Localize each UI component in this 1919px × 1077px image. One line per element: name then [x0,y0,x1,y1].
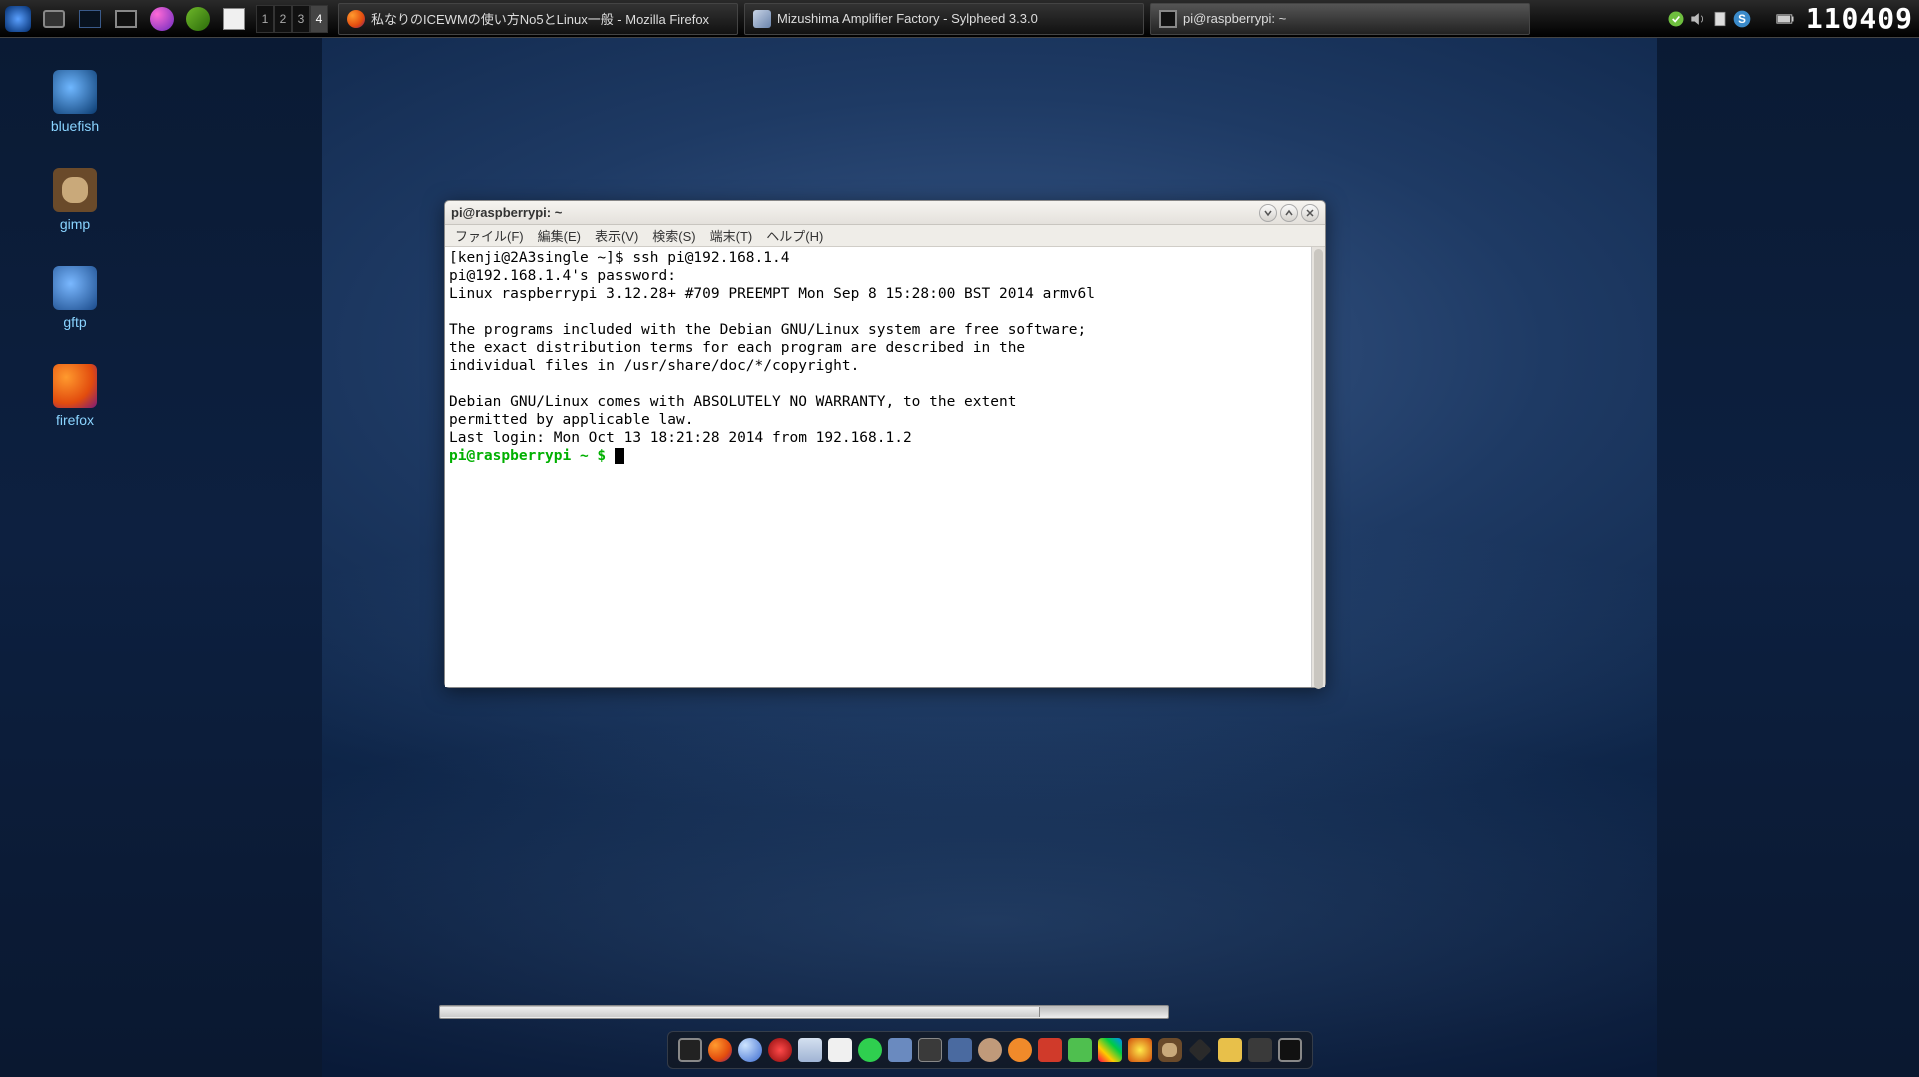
terminal-line: individual files in /usr/share/doc/*/cop… [449,358,859,374]
dock-firefox[interactable] [706,1036,734,1064]
dock-opera[interactable] [766,1036,794,1064]
dock-skype[interactable] [856,1036,884,1064]
terminal-icon [1159,10,1177,28]
taskbar-clock[interactable]: 110409 [1806,2,1913,35]
dock-show-desktop[interactable] [676,1036,704,1064]
terminal-titlebar[interactable]: pi@raspberrypi: ~ [445,201,1325,225]
dock-gimp[interactable] [1156,1036,1184,1064]
menu-view[interactable]: 表示(V) [595,226,638,245]
outer-taskbar: 1 2 3 4 私なりのICEWMの使い方No5とLinux一般 - Mozil… [0,0,1919,38]
dock-blender[interactable] [1006,1036,1034,1064]
menu-edit[interactable]: 編集(E) [538,226,581,245]
remote-desktop-viewport[interactable]: pi@raspberrypi: ~ ファイル(F) 編集(E) 表示(V) [322,38,1657,1077]
maximize-button[interactable] [1280,204,1298,222]
svg-text:S: S [1738,13,1746,26]
dock-color[interactable] [1096,1036,1124,1064]
terminal-scrollbar[interactable] [1311,247,1325,687]
task-sylpheed[interactable]: Mizushima Amplifier Factory - Sylpheed 3… [744,3,1144,35]
terminal-window[interactable]: pi@raspberrypi: ~ ファイル(F) 編集(E) 表示(V) [444,200,1326,688]
mail-icon [753,10,771,28]
desktop-icon-label: gimp [60,216,90,232]
dock-head[interactable] [976,1036,1004,1064]
terminal-line: The programs included with the Debian GN… [449,322,1086,338]
s-icon[interactable]: S [1732,9,1752,29]
firefox-icon [53,364,97,408]
terminal-prompt: pi@raspberrypi ~ $ [449,448,615,464]
dock-burst[interactable] [1126,1036,1154,1064]
terminal-scrollbar-thumb[interactable] [1314,249,1323,689]
terminal-line: pi@192.168.1.4's password: [449,268,676,284]
menu-file[interactable]: ファイル(F) [455,226,524,245]
show-desktop-button[interactable] [39,4,69,34]
task-terminal[interactable]: pi@raspberrypi: ~ [1150,3,1530,35]
dock-files[interactable] [1216,1036,1244,1064]
desktop-icon-bluefish[interactable]: bluefish [40,70,110,134]
lizard-launcher[interactable] [183,4,213,34]
task-firefox[interactable]: 私なりのICEWMの使い方No5とLinux一般 - Mozilla Firef… [338,3,738,35]
task-label: Mizushima Amplifier Factory - Sylpheed 3… [777,11,1038,26]
outer-desktop-icons: bluefish gimp gftp firefox [40,70,110,428]
desktop-icon-firefox[interactable]: firefox [40,364,110,428]
close-button[interactable] [1301,204,1319,222]
gimp-icon [53,168,97,212]
kde-menu-button[interactable] [3,4,33,34]
terminal-line: Debian GNU/Linux comes with ABSOLUTELY N… [449,394,1016,410]
workspace-switcher: 1 2 3 4 [256,5,328,33]
workspace-4[interactable]: 4 [310,5,328,33]
desktop-icon-gftp[interactable]: gftp [40,266,110,330]
workspace-1[interactable]: 1 [256,5,274,33]
outer-desktop: 1 2 3 4 私なりのICEWMの使い方No5とLinux一般 - Mozil… [0,0,1919,1077]
terminal-line: Last login: Mon Oct 13 18:21:28 2014 fro… [449,430,912,446]
desktop-icon-gimp[interactable]: gimp [40,168,110,232]
dock-texteditor[interactable] [826,1036,854,1064]
firefox-icon [347,10,365,28]
menu-search[interactable]: 検索(S) [652,226,695,245]
dock-inkscape[interactable] [1186,1036,1214,1064]
terminal-menubar: ファイル(F) 編集(E) 表示(V) 検索(S) 端末(T) ヘルプ(H) [445,225,1325,247]
workspace-3[interactable]: 3 [292,5,310,33]
dock-mail[interactable] [796,1036,824,1064]
terminal-line: Linux raspberrypi 3.12.28+ #709 PREEMPT … [449,286,1095,302]
terminal-cursor [615,448,624,464]
terminal-line: permitted by applicable law. [449,412,693,428]
update-icon[interactable] [1666,9,1686,29]
remote-horizontal-scrollbar[interactable] [439,1005,1169,1019]
inner-dock [667,1031,1313,1069]
dock-pdf[interactable] [1036,1036,1064,1064]
volume-icon[interactable] [1688,9,1708,29]
terminal-line: [kenji@2A3single ~]$ ssh pi@192.168.1.4 [449,250,789,266]
menu-help[interactable]: ヘルプ(H) [766,226,823,245]
remote-horizontal-scrollbar-thumb[interactable] [440,1007,1040,1017]
task-label: pi@raspberrypi: ~ [1183,11,1286,26]
workspace-2[interactable]: 2 [274,5,292,33]
terminal-line: the exact distribution terms for each pr… [449,340,1025,356]
dock-dolphin[interactable] [886,1036,914,1064]
battery-icon[interactable] [1776,9,1796,29]
dock-notes[interactable] [946,1036,974,1064]
document-icon[interactable] [1710,9,1730,29]
terminal-launcher[interactable] [111,4,141,34]
desktop-icon-label: firefox [56,412,94,428]
paint-launcher[interactable] [219,4,249,34]
dock-network[interactable] [1066,1036,1094,1064]
minimize-button[interactable] [1259,204,1277,222]
xterm-launcher[interactable] [75,4,105,34]
bluefish-icon [53,70,97,114]
desktop-icon-label: bluefish [51,118,99,134]
menu-terminal[interactable]: 端末(T) [710,226,753,245]
terminal-title: pi@raspberrypi: ~ [451,205,562,220]
dock-terminal[interactable] [1276,1036,1304,1064]
task-label: 私なりのICEWMの使い方No5とLinux一般 - Mozilla Firef… [371,9,709,28]
desktop-icon-label: gftp [63,314,86,330]
system-tray: S 110409 [1666,2,1919,35]
dock-video[interactable] [916,1036,944,1064]
gftp-icon [53,266,97,310]
globe-launcher[interactable] [147,4,177,34]
terminal-body[interactable]: [kenji@2A3single ~]$ ssh pi@192.168.1.4 … [445,247,1325,687]
dock-film[interactable] [1246,1036,1274,1064]
dock-globe[interactable] [736,1036,764,1064]
